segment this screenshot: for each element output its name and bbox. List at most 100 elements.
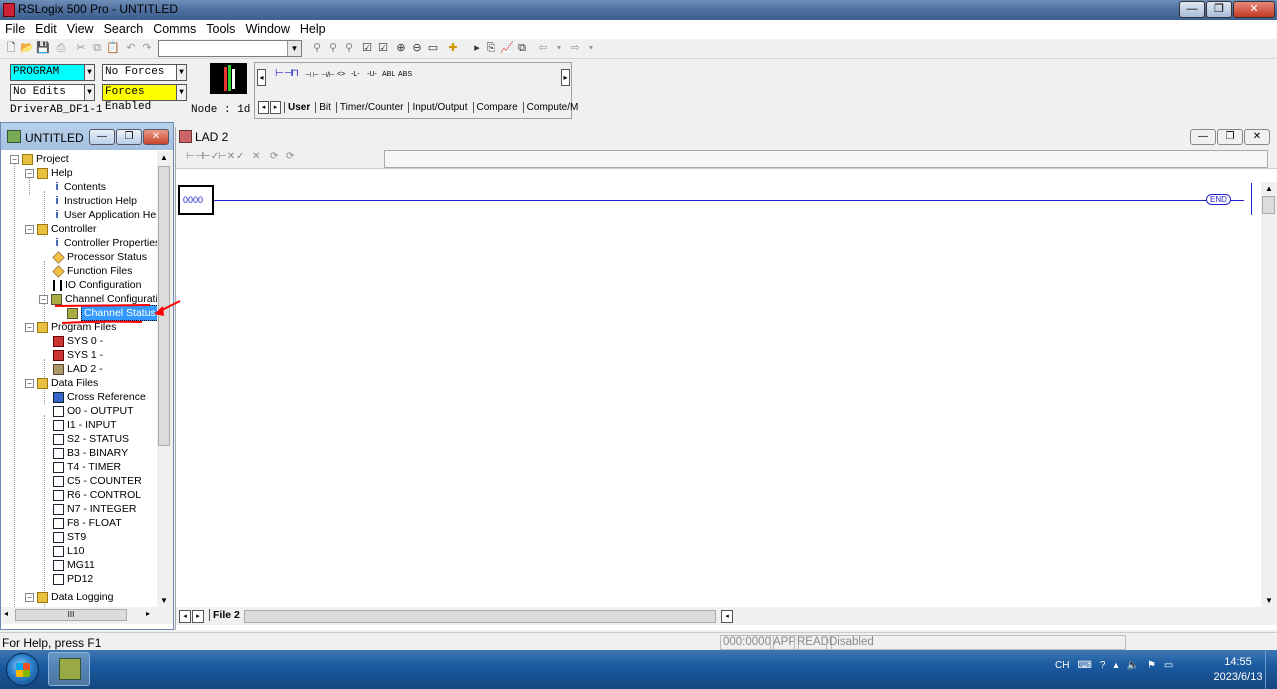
tree-node-io-configuration[interactable]: IO Configuration — [53, 278, 141, 292]
tab-compare[interactable]: Compare — [472, 102, 521, 113]
otu-instruction-icon[interactable]: -U- — [367, 71, 377, 78]
tree-node-l10[interactable]: L10 — [53, 544, 85, 558]
online-icon[interactable]: ⎘ — [484, 41, 498, 55]
tree-hscroll-thumb[interactable]: III — [15, 609, 127, 621]
tray-expand-icon[interactable]: ▴ — [1113, 660, 1118, 671]
cross-ref-icon[interactable]: ⚲ — [342, 41, 356, 55]
paste-icon[interactable]: 📋 — [106, 41, 120, 55]
tab-compute[interactable]: Compute/M — [522, 102, 582, 113]
tree-node-controller[interactable]: − Controller — [25, 222, 97, 236]
ladder-vscroll-thumb[interactable] — [1262, 196, 1275, 214]
accept-edits-icon[interactable]: ✓ — [236, 151, 244, 162]
tab-scroll-right[interactable]: ▸ — [270, 101, 281, 114]
taskbar-rslogix-app[interactable] — [48, 652, 90, 686]
chevron-down-icon[interactable]: ▼ — [287, 41, 301, 56]
ladder-restore-button[interactable]: ❐ — [1217, 129, 1243, 145]
tab-input-output[interactable]: Input/Output — [408, 102, 470, 113]
dropdown-arrow-icon[interactable]: ▼ — [176, 65, 186, 80]
tree-node-st9[interactable]: ST9 — [53, 530, 86, 544]
tree-node-instruction-help[interactable]: i Instruction Help — [53, 194, 136, 208]
menu-search[interactable]: Search — [99, 20, 149, 39]
minimize-button[interactable]: — — [1179, 1, 1205, 18]
tree-node-channel-status[interactable]: Channel Status — [67, 305, 157, 321]
tree-node-t4-timer[interactable]: T4 - TIMER — [53, 460, 121, 474]
menu-window[interactable]: Window — [240, 20, 294, 39]
verify-project-icon[interactable]: ☑ — [376, 41, 390, 55]
hscroll-left-arrow[interactable]: ◂ — [721, 610, 733, 623]
tree-vscroll-thumb[interactable] — [158, 166, 170, 446]
menu-edit[interactable]: Edit — [30, 20, 62, 39]
tree-minimize-button[interactable]: — — [89, 129, 115, 145]
print-icon[interactable]: ⎙ — [54, 41, 68, 55]
menu-file[interactable]: File — [0, 20, 30, 39]
copy-icon[interactable]: ⧉ — [90, 41, 104, 55]
undo-icon[interactable]: ↶ — [124, 41, 138, 55]
input-language[interactable]: CH — [1055, 660, 1069, 671]
tree-node-project[interactable]: − Project — [10, 152, 69, 166]
tab-timer-counter[interactable]: Timer/Counter — [335, 102, 407, 113]
tree-node-f8-float[interactable]: F8 - FLOAT — [53, 516, 122, 530]
end-instruction[interactable]: END — [1206, 194, 1231, 205]
tree-node-sys0[interactable]: SYS 0 - — [53, 334, 103, 348]
window-icon[interactable]: ▭ — [426, 41, 440, 55]
abs-instruction-icon[interactable]: ABS — [398, 71, 412, 78]
ladder-address-field[interactable] — [384, 150, 1268, 168]
file-tab-left-arrow[interactable]: ◂ — [179, 610, 191, 623]
back-arrow-icon[interactable]: ⇦ — [536, 41, 550, 55]
flag-icon[interactable]: ⚑ — [1147, 660, 1156, 671]
tree-node-pd12[interactable]: PD12 — [53, 572, 93, 586]
tree-node-channel-configuration[interactable]: −Channel Configuration — [39, 292, 157, 306]
chart-icon[interactable]: 📈 — [500, 41, 514, 55]
ladder-horizontal-scrollbar[interactable] — [244, 610, 716, 623]
add-icon[interactable]: ✚ — [446, 41, 460, 55]
ladder-vertical-scrollbar[interactable]: ▲ ▼ — [1261, 182, 1277, 607]
zoom-out-icon[interactable]: ⊖ — [410, 41, 424, 55]
edits-select[interactable]: No Edits ▼ — [10, 84, 95, 101]
menu-comms[interactable]: Comms — [148, 20, 201, 39]
scroll-up-icon[interactable]: ▲ — [160, 153, 168, 162]
otl-instruction-icon[interactable]: -L- — [351, 71, 360, 78]
tab-scroll-left[interactable]: ◂ — [258, 101, 269, 114]
open-folder-icon[interactable]: 📂 — [20, 41, 34, 55]
assemble-edits-icon[interactable]: ⟳ — [270, 151, 278, 162]
xic-instruction-icon[interactable]: ⊣ ⊢ — [305, 71, 319, 79]
rung-number[interactable]: 0000 — [178, 185, 214, 215]
close-button[interactable]: ✕ — [1233, 1, 1275, 18]
scroll-down-icon[interactable]: ▼ — [160, 596, 168, 605]
tab-user[interactable]: User — [284, 102, 313, 113]
start-button[interactable] — [6, 653, 39, 686]
tree-node-c5-counter[interactable]: C5 - COUNTER — [53, 474, 142, 488]
show-desktop-button[interactable] — [1265, 650, 1277, 689]
dropdown-arrow-icon[interactable]: ▼ — [84, 65, 94, 80]
forces-select[interactable]: No Forces ▼ — [102, 64, 187, 81]
tree-node-function-files[interactable]: Function Files — [52, 264, 132, 278]
mode-select[interactable]: PROGRAM ▼ — [10, 64, 95, 81]
play-icon[interactable]: ▸ — [470, 41, 484, 55]
forward-dropdown-icon[interactable]: ▾ — [584, 41, 598, 55]
tree-restore-button[interactable]: ❐ — [116, 129, 142, 145]
tree-node-contents[interactable]: i Contents — [53, 180, 106, 194]
tree-node-program-files[interactable]: − Program Files — [25, 320, 116, 334]
restore-button[interactable]: ❐ — [1206, 1, 1232, 18]
tree-node-sys1[interactable]: SYS 1 - — [53, 348, 103, 362]
tree-node-cross-reference[interactable]: Cross Reference — [53, 390, 146, 404]
tree-vertical-scrollbar[interactable]: ▲ ▼ — [157, 151, 173, 607]
palette-left-arrow[interactable]: ◂ — [257, 69, 266, 86]
tab-bit[interactable]: Bit — [315, 102, 334, 113]
app-icon[interactable] — [3, 3, 15, 17]
tree-node-i1-input[interactable]: I1 - INPUT — [53, 418, 117, 432]
speaker-icon[interactable]: 🔈 — [1126, 660, 1138, 671]
cancel-edits-icon[interactable]: ✕ — [252, 151, 260, 162]
test-edits-icon[interactable]: ⟳ — [286, 151, 294, 162]
network-icon[interactable]: ▭ — [1164, 660, 1173, 671]
scroll-left-icon[interactable]: ◂ — [4, 609, 8, 618]
new-file-icon[interactable]: 🗋 — [4, 41, 18, 55]
menu-tools[interactable]: Tools — [201, 20, 240, 39]
tree-node-user-app-help[interactable]: i User Application Help — [53, 208, 157, 222]
rung-instruction-icon[interactable]: ⊢⊣ — [275, 68, 292, 79]
scroll-right-icon[interactable]: ▸ — [146, 609, 150, 618]
insert-rung-icon[interactable]: ⊢⊣ — [186, 151, 203, 162]
properties-icon[interactable]: ⧉ — [515, 41, 529, 55]
back-dropdown-icon[interactable]: ▾ — [552, 41, 566, 55]
tree-node-controller-properties[interactable]: i Controller Properties — [53, 236, 157, 250]
